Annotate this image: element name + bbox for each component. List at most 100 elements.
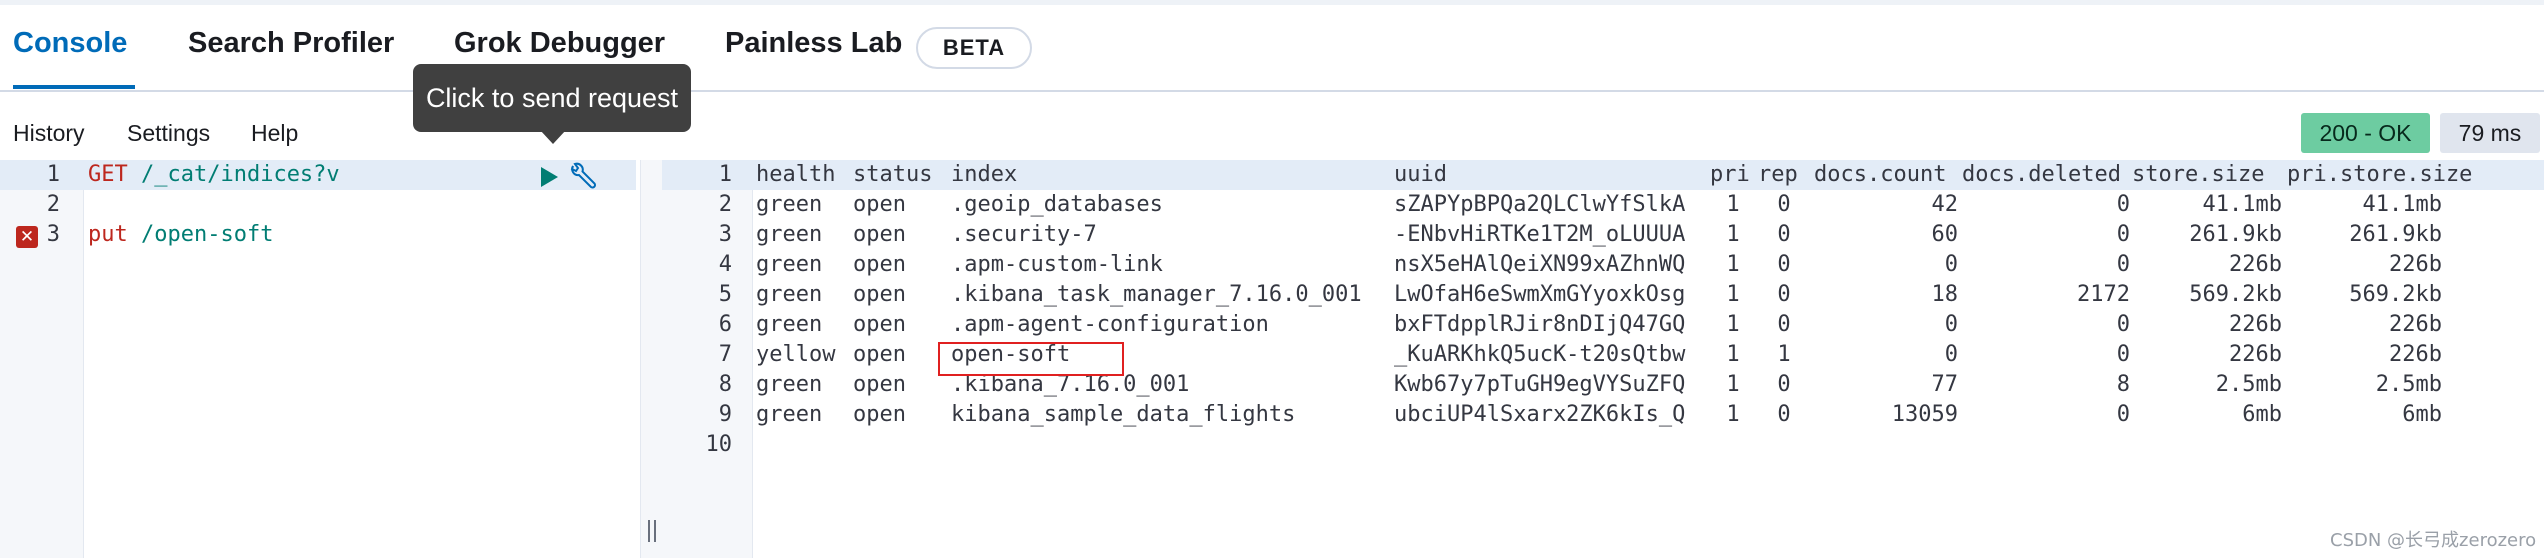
tooltip-arrow: [540, 130, 566, 144]
cell-pri: 1: [1726, 252, 1740, 277]
response-status-badge: 200 - OK: [2301, 113, 2430, 153]
cell-store-size: 226b: [2229, 252, 2282, 277]
cell-docs-count: 13059: [1891, 402, 1958, 427]
column-header-docs-deleted: docs.deleted: [1962, 162, 2121, 187]
cell-pri-store-size: 6mb: [2402, 402, 2442, 427]
cell-rep: 0: [1777, 402, 1791, 427]
active-tab-indicator: [13, 85, 135, 89]
request-editor[interactable]: 1 GET /_cat/indices?v 2 3 put /open-soft: [0, 160, 640, 558]
column-header-health: health: [756, 162, 836, 187]
cell-rep: 0: [1777, 312, 1791, 337]
editor-line[interactable]: 2: [0, 190, 636, 220]
cell-pri: 1: [1726, 312, 1740, 337]
cell-health: green: [756, 222, 823, 247]
cell-rep: 0: [1777, 222, 1791, 247]
settings-link[interactable]: Settings: [127, 120, 210, 147]
editor-line[interactable]: 3 put /open-soft: [0, 220, 636, 250]
cell-pri: 1: [1726, 342, 1740, 367]
column-header-pri-store-size: pri.store.size: [2287, 162, 2473, 187]
cell-docs-count: 77: [1931, 372, 1959, 397]
cell-uuid: ubciUP4lSxarx2ZK6kIs_Q: [1394, 402, 1686, 427]
cell-docs-deleted: 0: [2116, 312, 2130, 337]
column-header-uuid: uuid: [1394, 162, 1447, 187]
cell-uuid: bxFTdpplRJir8nDIjQ47GQ: [1394, 312, 1686, 337]
cell-index: .kibana_task_manager_7.16.0_001: [951, 282, 1362, 307]
cell-pri-store-size: 2.5mb: [2375, 372, 2442, 397]
wrench-icon[interactable]: [567, 162, 597, 192]
cell-status: open: [853, 192, 906, 217]
cell-pri: 1: [1726, 282, 1740, 307]
error-icon[interactable]: ✕: [16, 226, 38, 248]
cell-store-size: 569.2kb: [2189, 282, 2282, 307]
column-header-store-size: store.size: [2132, 162, 2265, 187]
cell-store-size: 226b: [2229, 342, 2282, 367]
cell-store-size: 41.1mb: [2202, 192, 2282, 217]
http-method: GET: [88, 162, 128, 187]
cell-health: green: [756, 372, 823, 397]
play-icon[interactable]: [539, 166, 559, 188]
editor-line-number: 2: [46, 192, 60, 217]
cell-pri-store-size: 569.2kb: [2349, 282, 2442, 307]
cell-uuid: nsX5eHAlQeiXN99xAZhnWQ: [1394, 252, 1686, 277]
output-line-number: 5: [718, 282, 732, 307]
cell-health: green: [756, 192, 823, 217]
cell-pri: 1: [1726, 222, 1740, 247]
cell-health: green: [756, 252, 823, 277]
output-line-number: 6: [718, 312, 732, 337]
output-line-number: 8: [718, 372, 732, 397]
output-line-number: 4: [718, 252, 732, 277]
output-row: 2 green open .geoip_databases sZAPYpBPQa2QLC…: [662, 190, 2544, 220]
column-header-pri: pri: [1710, 162, 1750, 187]
editor-line-number: 1: [46, 162, 60, 187]
output-row: 9 green open kibana_sample_data_flights ubci…: [662, 400, 2544, 430]
cell-store-size: 261.9kb: [2189, 222, 2282, 247]
column-header-rep: rep: [1758, 162, 1798, 187]
cell-uuid: -ENbvHiRTKe1T2M_oLUUUA: [1394, 222, 1686, 247]
cell-docs-deleted: 0: [2116, 192, 2130, 217]
tab-search-profiler[interactable]: Search Profiler: [188, 27, 394, 60]
cell-docs-deleted: 0: [2116, 222, 2130, 247]
beta-badge: BETA: [916, 27, 1032, 69]
cell-docs-deleted: 2172: [2077, 282, 2130, 307]
highlight-annotation: [938, 342, 1124, 376]
column-header-docs-count: docs.count: [1814, 162, 1947, 187]
cell-uuid: sZAPYpBPQa2QLClwYfSlkA: [1394, 192, 1686, 217]
tab-grok-debugger[interactable]: Grok Debugger: [454, 27, 665, 60]
cell-index: .geoip_databases: [951, 192, 1163, 217]
history-link[interactable]: History: [13, 120, 85, 147]
cell-uuid: _KuARKhkQ5ucK-t20sQtbw: [1394, 342, 1686, 367]
cell-status: open: [853, 252, 906, 277]
request-path: /open-soft: [127, 222, 274, 247]
cell-rep: 0: [1777, 252, 1791, 277]
help-link[interactable]: Help: [251, 120, 298, 147]
send-request-tooltip: Click to send request: [413, 64, 691, 132]
cell-docs-count: 0: [1944, 252, 1958, 277]
cell-status: open: [853, 402, 906, 427]
output-line-number: 9: [718, 402, 732, 427]
cell-uuid: LwOfaH6eSwmXmGYyoxkOsg: [1394, 282, 1686, 307]
output-line-number: 2: [718, 192, 732, 217]
cell-uuid: Kwb67y7pTuGH9egVYSuZFQ: [1394, 372, 1686, 397]
tab-painless-lab[interactable]: Painless Lab: [725, 27, 902, 60]
editor-code: GET /_cat/indices?v: [88, 160, 340, 190]
cell-index: .security-7: [951, 222, 1097, 247]
cell-docs-count: 60: [1931, 222, 1959, 247]
cell-docs-count: 0: [1944, 342, 1958, 367]
cell-docs-deleted: 0: [2116, 402, 2130, 427]
output-row: 6 green open .apm-agent-configuration bxFTdp…: [662, 310, 2544, 340]
output-row: 3 green open .security-7 -ENbvHiRTKe1T2M_oLU…: [662, 220, 2544, 250]
cell-pri: 1: [1726, 192, 1740, 217]
cell-index: kibana_sample_data_flights: [951, 402, 1296, 427]
cell-rep: 0: [1777, 282, 1791, 307]
cell-docs-count: 0: [1944, 312, 1958, 337]
output-row: 10: [662, 430, 2544, 460]
cell-status: open: [853, 222, 906, 247]
output-line-number: 10: [705, 432, 733, 457]
output-row: 5 green open .kibana_task_manager_7.16.0_00…: [662, 280, 2544, 310]
cell-health: green: [756, 312, 823, 337]
cell-docs-deleted: 0: [2116, 252, 2130, 277]
pane-resizer[interactable]: [640, 160, 664, 558]
cell-docs-count: 42: [1931, 192, 1959, 217]
cell-status: open: [853, 372, 906, 397]
tab-console[interactable]: Console: [13, 27, 127, 60]
